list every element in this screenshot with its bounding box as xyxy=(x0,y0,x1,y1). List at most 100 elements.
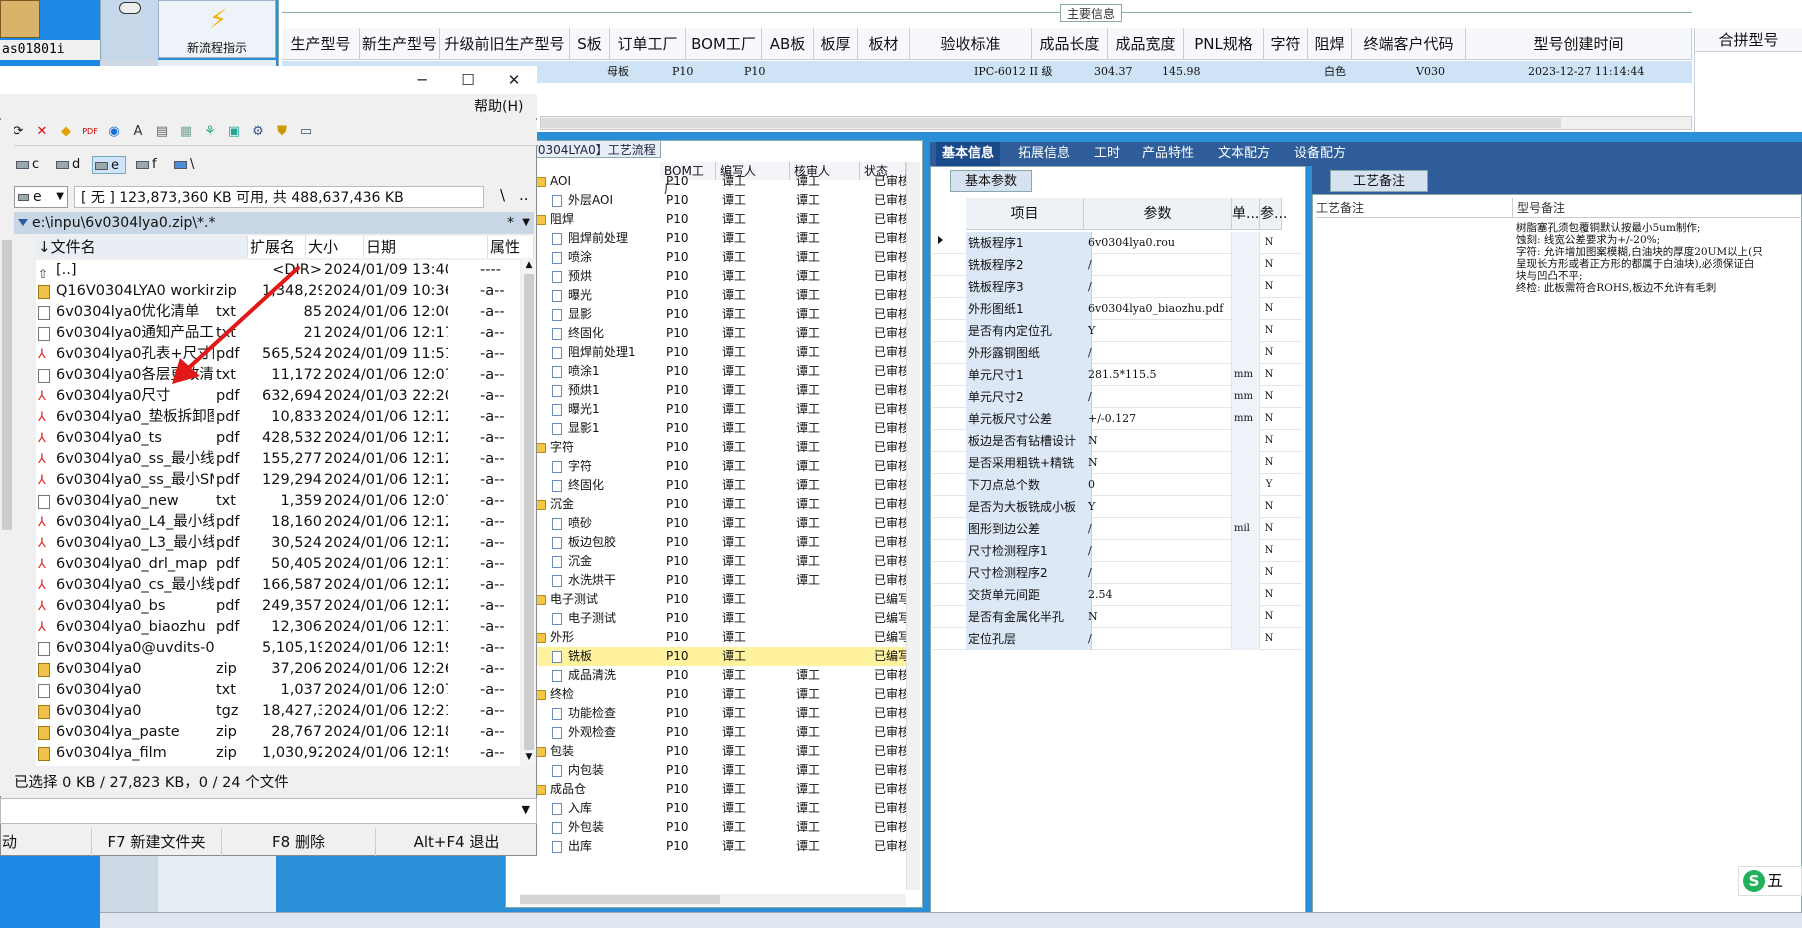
main-col-header[interactable]: 升级前旧生产型号 xyxy=(440,28,570,60)
scroll-thumb[interactable] xyxy=(2,240,12,530)
root-button[interactable]: \ xyxy=(500,186,505,204)
file-row[interactable]: 6v0304lya0_L4_最小线宽8..pdf 18,1602024/01/06… xyxy=(36,512,520,533)
file-row[interactable]: 6v0304lya0_cs_最小线宽7...pdf 166,5872024/01/… xyxy=(36,575,520,596)
param-row[interactable]: 是否有金属化半孔 N N xyxy=(932,606,1302,628)
file-row[interactable]: 6v0304lya0_垫板拆卸图纸pdf 10,8332024/01/06 12:… xyxy=(36,407,520,428)
main-col-header[interactable]: 生产型号 xyxy=(282,28,360,60)
param-row[interactable]: 图形到边公差 / mil N xyxy=(932,518,1302,540)
process-step[interactable]: 入库 P10 谭工 谭工 已审核 xyxy=(530,799,910,818)
process-step[interactable]: 曝光1 P10 谭工 谭工 已审核 xyxy=(530,400,910,419)
param-row[interactable]: 外形图纸1 6v0304lya0_biaozhu.pdf N xyxy=(932,298,1302,320)
param-row[interactable]: 铣板程序1 6v0304lya0.rou N xyxy=(932,232,1302,254)
process-step[interactable]: 显影1 P10 谭工 谭工 已审核 xyxy=(530,419,910,438)
pdf-icon[interactable]: PDF xyxy=(82,124,98,140)
process-hscroll[interactable] xyxy=(520,894,906,906)
link-icon[interactable] xyxy=(119,2,141,14)
fkey-move[interactable]: 动 xyxy=(0,828,92,856)
main-grid-hscroll[interactable] xyxy=(540,116,1692,130)
file-list-vscroll[interactable]: ▲ ▼ xyxy=(522,260,536,766)
col-date[interactable]: 日期 xyxy=(364,236,488,258)
text-icon[interactable]: A xyxy=(130,124,146,140)
param-row[interactable]: 尺寸检测程序1/ N xyxy=(932,540,1302,562)
process-step[interactable]: 外层AOI P10 谭工 谭工 已审核 xyxy=(530,191,910,210)
process-vscroll[interactable] xyxy=(906,162,920,890)
scroll-up-icon[interactable]: ▲ xyxy=(522,260,536,274)
file-row[interactable]: 6v0304lya0_new txt 1,359 2024/01/06 12:07 -a… xyxy=(36,491,520,512)
drive-network[interactable]: \ xyxy=(172,156,194,174)
file-row[interactable]: 6v0304lya0 txt 1,037 2024/01/06 12:07 -a-- xyxy=(36,680,520,701)
process-step[interactable]: 预烘 P10 谭工 谭工 已审核 xyxy=(530,267,910,286)
col-attr[interactable]: 属性 xyxy=(488,236,534,258)
param-row[interactable]: 单元板尺寸公差 +/-0.127 mm N xyxy=(932,408,1302,430)
document-icon[interactable]: ▦ xyxy=(178,124,194,140)
file-row[interactable]: 6v0304lya0_ss_最小线宽7.9..pdf 155,2772024/01… xyxy=(36,449,520,470)
param-col-header[interactable]: 参数 xyxy=(1084,198,1232,230)
param-col-header[interactable]: 项目 xyxy=(966,198,1084,230)
file-row[interactable]: 6v0304lya0_ss_最小SMD9.8..pdf 129,2942024/0… xyxy=(36,470,520,491)
file-row[interactable]: 6v0304lya0_ts pdf 428,5322024/01/06 12:12 -… xyxy=(36,428,520,449)
fkey-new-folder[interactable]: F7 新建文件夹 xyxy=(92,828,222,856)
scroll-thumb[interactable] xyxy=(541,118,1561,128)
delete-icon[interactable]: ✕ xyxy=(34,124,50,140)
param-row[interactable]: 单元尺寸2/mm N xyxy=(932,386,1302,408)
scroll-down-icon[interactable]: ▼ xyxy=(522,752,536,766)
process-step[interactable]: 阻焊 P10 谭工 谭工 已审核 xyxy=(530,210,910,229)
main-col-header[interactable]: PNL规格 xyxy=(1184,28,1264,60)
globe-icon[interactable]: ◉ xyxy=(106,124,122,140)
main-col-header[interactable]: BOM工厂 xyxy=(686,28,762,60)
main-col-header[interactable]: 板厚 xyxy=(814,28,858,60)
maximize-icon[interactable]: ☐ xyxy=(446,66,490,94)
monitor-icon[interactable]: ▭ xyxy=(298,124,314,140)
chevron-down-icon[interactable]: ▼ xyxy=(522,212,530,234)
param-row[interactable]: 是否为大板铣成小板 Y N xyxy=(932,496,1302,518)
drive-select[interactable]: e ▼ xyxy=(14,186,68,208)
file-row[interactable]: 6v0304lya_film zip 1,030,9292024/01/06 12:… xyxy=(36,743,520,764)
shield-icon[interactable]: ⛊ xyxy=(274,124,290,140)
process-step[interactable]: 喷涂 P10 谭工 谭工 已审核 xyxy=(530,248,910,267)
scroll-thumb[interactable] xyxy=(520,895,720,904)
process-step[interactable]: 内包装 P10 谭工 谭工 已审核 xyxy=(530,761,910,780)
tab-basic-3[interactable]: 产品特性 xyxy=(1136,142,1200,166)
process-step[interactable]: 水洗烘干 P10 谭工 谭工 已审核 xyxy=(530,571,910,590)
drive-d[interactable]: d xyxy=(54,156,80,174)
file-icon[interactable]: ▤ xyxy=(154,124,170,140)
param-row[interactable]: 是否采用粗铣+精铣 N N xyxy=(932,452,1302,474)
tab-basic-4[interactable]: 文本配方 xyxy=(1212,142,1276,166)
process-step[interactable]: 外形 P10 谭工 已编写 xyxy=(530,628,910,647)
file-row[interactable]: 6v0304lya0 zip 37,206 2024/01/06 12:26 -a-- xyxy=(36,659,520,680)
process-step[interactable]: 板边包胶 P10 谭工 谭工 已审核 xyxy=(530,533,910,552)
tab-basic-2[interactable]: 工时 xyxy=(1088,142,1126,166)
process-step[interactable]: 沉金 P10 谭工 谭工 已审核 xyxy=(530,552,910,571)
new-flow-button[interactable]: ⚡ 新流程指示 xyxy=(158,0,276,58)
process-step[interactable]: 成品仓 P10 谭工 谭工 已审核 xyxy=(530,780,910,799)
main-col-header[interactable]: S板 xyxy=(570,28,610,60)
drive-e[interactable]: e xyxy=(92,156,126,174)
col-name[interactable]: ↓文件名 xyxy=(36,236,248,258)
command-line-input[interactable]: ▼ xyxy=(0,798,537,824)
process-step[interactable]: 终固化 P10 谭工 谭工 已审核 xyxy=(530,476,910,495)
param-row[interactable]: 外形露铜图纸 / N xyxy=(932,342,1302,364)
col-size[interactable]: 大小 xyxy=(306,236,364,258)
process-step[interactable]: 成品清洗 P10 谭工 谭工 已审核 xyxy=(530,666,910,685)
main-col-header[interactable]: 阻焊 xyxy=(1308,28,1352,60)
process-step[interactable]: 电子测试 P10 谭工 已编写 xyxy=(530,590,910,609)
param-row[interactable]: 铣板程序3/ N xyxy=(932,276,1302,298)
drive-c[interactable]: c xyxy=(14,156,39,174)
file-row[interactable]: 6v0304lya_paste zip 28,767 2024/01/06 12:18… xyxy=(36,722,520,743)
main-col-header[interactable]: 成品长度 xyxy=(1032,28,1108,60)
main-col-header[interactable]: 终端客户代码 xyxy=(1352,28,1466,60)
main-col-header[interactable]: 订单工厂 xyxy=(610,28,686,60)
process-step[interactable]: 沉金 P10 谭工 谭工 已审核 xyxy=(530,495,910,514)
param-row[interactable]: 板边是否有钻槽设计 N N xyxy=(932,430,1302,452)
main-col-header[interactable]: 新生产型号 xyxy=(360,28,440,60)
chevron-down-icon[interactable]: ▼ xyxy=(522,803,530,816)
param-row[interactable]: 单元尺寸1 281.5*115.5 mm N xyxy=(932,364,1302,386)
tab-basic-1[interactable]: 拓展信息 xyxy=(1012,142,1076,166)
close-icon[interactable]: ✕ xyxy=(492,66,536,94)
file-row[interactable]: 6v0304lya0 tgz 18,427,3942024/01/06 12:21 -… xyxy=(36,701,520,722)
process-step[interactable]: 阻焊前处理1 P10 谭工 谭工 已审核 xyxy=(530,343,910,362)
settings-icon[interactable]: ⚙ xyxy=(250,124,266,140)
param-row[interactable]: 定位孔层 / N xyxy=(932,628,1302,650)
file-row[interactable]: 6v0304lya0_biaozhu pdf 12,3062024/01/06 12… xyxy=(36,617,520,638)
fkey-exit[interactable]: Alt+F4 退出 xyxy=(376,828,537,856)
